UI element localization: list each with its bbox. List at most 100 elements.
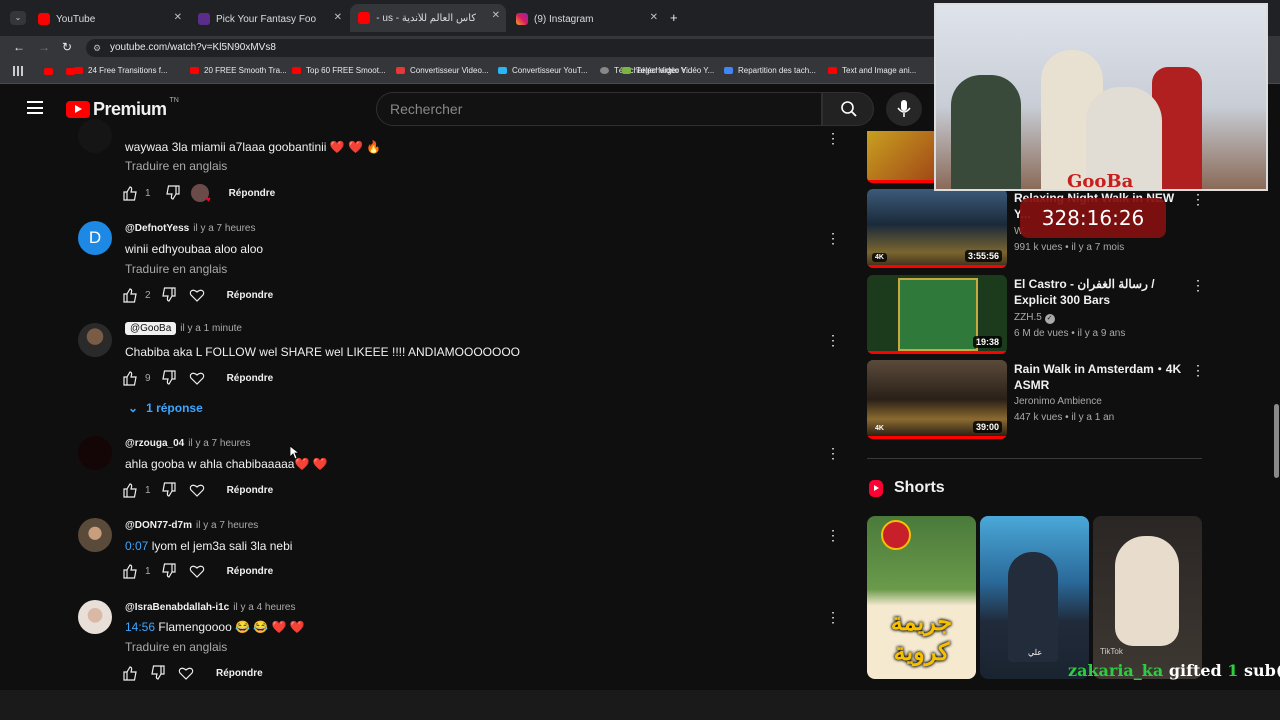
heart-icon[interactable]	[189, 370, 205, 386]
bookmark-item[interactable]: Télécharger Vidéo Y...	[622, 66, 714, 75]
comment-actions: 1 ♥ Répondre	[122, 184, 276, 204]
thumbs-down-icon[interactable]	[161, 287, 177, 303]
more-options-icon[interactable]: ⋮	[1191, 278, 1205, 292]
translate-link[interactable]: Traduire en anglais	[125, 159, 227, 173]
voice-search-button[interactable]	[886, 92, 922, 126]
video-meta: 6 M de vues • il y a 9 ans	[1014, 328, 1126, 339]
avatar[interactable]: D	[78, 221, 112, 255]
like-count: 1	[145, 187, 151, 199]
tab-current-video[interactable]: كأس العالم للأندية - us - قضيت ✕	[350, 4, 506, 32]
close-icon[interactable]: ✕	[334, 12, 342, 23]
video-channel[interactable]: ZZH.5 ✓	[1014, 312, 1055, 324]
forward-icon[interactable]: →	[38, 40, 50, 54]
thumbs-up-icon[interactable]	[122, 185, 138, 201]
thumbs-up-icon[interactable]	[122, 482, 138, 498]
youtube-logo[interactable]: Premium TN	[66, 97, 179, 120]
thumbs-down-icon[interactable]	[165, 185, 181, 201]
bookmark-item[interactable]: 24 Free Transitions f...	[74, 66, 168, 75]
more-options-icon[interactable]: ⋮	[826, 528, 840, 542]
more-options-icon[interactable]: ⋮	[826, 610, 840, 624]
reply-button[interactable]: Répondre	[227, 485, 274, 496]
back-icon[interactable]: ←	[13, 40, 25, 54]
menu-icon[interactable]	[27, 101, 43, 114]
more-options-icon[interactable]: ⋮	[1191, 192, 1205, 206]
thumbs-down-icon[interactable]	[161, 482, 177, 498]
creator-heart-icon: ♥	[190, 184, 211, 204]
replies-toggle[interactable]: ⌄ 1 réponse	[128, 401, 203, 415]
search-button[interactable]	[822, 92, 874, 126]
thumbs-down-icon[interactable]	[161, 370, 177, 386]
reply-button[interactable]: Répondre	[216, 668, 263, 679]
gift-suffix: sub(s)!	[1244, 661, 1280, 680]
tab-fantasy[interactable]: Pick Your Fantasy Football Team ✕	[190, 6, 348, 32]
comment-author[interactable]: @DON77-d7m il y a 7 heures	[125, 520, 258, 531]
tab-search-button[interactable]: ⌄	[10, 11, 26, 25]
heart-icon[interactable]	[189, 287, 205, 303]
bookmark-item[interactable]: Top 60 FREE Smoot...	[292, 66, 386, 75]
comment-author[interactable]: @rzouga_04 il y a 7 heures	[125, 438, 250, 449]
bookmark-item[interactable]: Convertisseur YouT...	[498, 66, 588, 75]
translate-link[interactable]: Traduire en anglais	[125, 640, 227, 654]
apps-icon[interactable]	[13, 66, 23, 76]
heart-icon[interactable]	[189, 563, 205, 579]
timestamp-link[interactable]: 14:56	[125, 620, 155, 634]
close-icon[interactable]: ✕	[174, 12, 182, 23]
video-channel[interactable]: Jeronimo Ambience	[1014, 396, 1102, 407]
thumbs-up-icon[interactable]	[122, 287, 138, 303]
video-title[interactable]: Rain Walk in Amsterdam・4K ASMR	[1014, 361, 1184, 393]
heart-icon[interactable]	[178, 665, 194, 681]
bookmark-youtube-icon[interactable]	[44, 68, 53, 75]
video-title[interactable]: El Castro - رسالة الغفران / Explicit 300…	[1014, 276, 1184, 308]
video-thumbnail[interactable]: 4K 3:55:56	[867, 189, 1007, 268]
translate-link[interactable]: Traduire en anglais	[125, 262, 227, 276]
thumbs-up-icon[interactable]	[122, 665, 138, 681]
thumbnail-art	[898, 278, 978, 351]
reply-button[interactable]: Répondre	[229, 188, 276, 199]
short-item[interactable]: جريمة كروية	[867, 516, 976, 679]
new-tab-button[interactable]: +	[670, 10, 678, 25]
address-bar[interactable]: ⚙ youtube.com/watch?v=Kl5N90xMVs8	[86, 39, 966, 57]
more-options-icon[interactable]: ⋮	[826, 333, 840, 347]
avatar[interactable]	[78, 518, 112, 552]
video-thumbnail[interactable]: 19:38	[867, 275, 1007, 354]
thumbs-up-icon[interactable]	[122, 370, 138, 386]
avatar[interactable]	[78, 119, 112, 153]
close-icon[interactable]: ✕	[492, 10, 500, 21]
site-info-icon[interactable]: ⚙	[93, 39, 101, 57]
close-icon[interactable]: ✕	[650, 12, 658, 23]
bookmark-item[interactable]: 20 FREE Smooth Tra...	[190, 66, 287, 75]
reply-button[interactable]: Répondre	[227, 373, 274, 384]
bookmark-item[interactable]: Repartition des tach...	[724, 66, 816, 75]
avatar[interactable]	[78, 600, 112, 634]
comment-author[interactable]: @GooBa il y a 1 minute	[125, 322, 242, 335]
bookmark-item[interactable]: Text and Image ani...	[828, 66, 916, 75]
bookmark-item[interactable]: Convertisseur Video...	[396, 66, 489, 75]
thumbs-down-icon[interactable]	[150, 665, 166, 681]
thumbs-up-icon[interactable]	[122, 563, 138, 579]
thumbs-down-icon[interactable]	[161, 563, 177, 579]
short-item[interactable]: TikTok	[1093, 516, 1202, 679]
tab-instagram[interactable]: (9) Instagram ✕	[508, 6, 664, 32]
comment-author[interactable]: @IsraBenabdallah-i1c il y a 4 heures	[125, 602, 296, 613]
comment-author[interactable]: @DefnotYess il y a 7 heures	[125, 223, 255, 234]
more-options-icon[interactable]: ⋮	[826, 231, 840, 245]
short-caption: TikTok	[1100, 647, 1123, 656]
more-options-icon[interactable]: ⋮	[826, 131, 840, 145]
tab-youtube[interactable]: YouTube ✕	[30, 6, 188, 32]
avatar[interactable]	[78, 436, 112, 470]
more-options-icon[interactable]: ⋮	[1191, 363, 1205, 377]
reply-button[interactable]: Répondre	[227, 566, 274, 577]
reload-icon[interactable]: ↻	[62, 40, 72, 54]
badge-4k: 4K	[872, 253, 887, 262]
more-options-icon[interactable]: ⋮	[826, 446, 840, 460]
search-input[interactable]: Rechercher	[376, 92, 822, 126]
video-thumbnail[interactable]: 4K 39:00	[867, 360, 1007, 439]
page-scrollbar[interactable]	[1274, 404, 1279, 478]
heart-icon[interactable]	[189, 482, 205, 498]
comment-actions: 1 Répondre	[122, 481, 273, 499]
reply-button[interactable]: Répondre	[227, 290, 274, 301]
avatar[interactable]	[78, 323, 112, 357]
short-item[interactable]: علي	[980, 516, 1089, 679]
comment-time: il y a 7 heures	[193, 223, 256, 234]
timestamp-link[interactable]: 0:07	[125, 539, 148, 553]
